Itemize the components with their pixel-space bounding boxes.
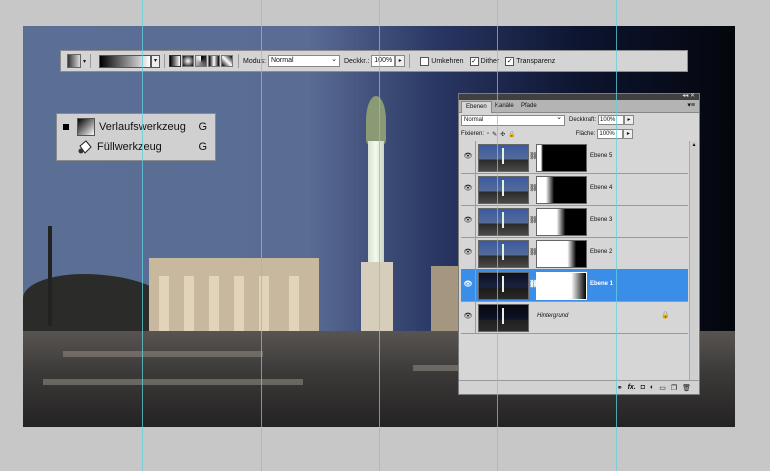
trash-icon[interactable]: 🗑	[682, 384, 691, 392]
layer-mask-thumbnail[interactable]	[536, 208, 587, 236]
layer-name[interactable]: Ebene 2	[590, 249, 612, 255]
photo-column-base	[361, 262, 393, 332]
tool-options-bar: ▾ ▾ Modus: Normal ⌄ Deckkr.: 100% ▸ Umke…	[60, 50, 688, 72]
fx-icon[interactable]: fx.	[628, 384, 636, 391]
opacity-slider-button[interactable]: ▸	[624, 115, 635, 125]
flyout-item-gradient-tool[interactable]: Verlaufswerkzeug G	[57, 117, 215, 137]
lock-move-icon[interactable]: ✣	[500, 131, 505, 138]
photo-lamp	[48, 226, 52, 326]
lock-transparent-icon[interactable]: ▫	[487, 131, 489, 137]
transparency-checkbox[interactable]: ✓	[505, 56, 515, 66]
layer-row[interactable]: 👁 ⛓ Ebene 3	[461, 205, 688, 238]
eye-icon[interactable]: 👁	[463, 184, 473, 194]
fill-label: Fläche:	[575, 131, 596, 137]
flyout-shortcut: G	[198, 121, 207, 133]
chevron-down-icon[interactable]: ▾	[83, 58, 86, 65]
photo-statue	[366, 96, 386, 144]
layer-mask-thumbnail[interactable]	[536, 144, 587, 172]
reverse-checkbox[interactable]	[420, 56, 430, 66]
tab-pfade[interactable]: Pfade	[517, 101, 541, 112]
layer-name[interactable]: Ebene 3	[590, 217, 612, 223]
fill-field[interactable]: 100%	[597, 129, 624, 139]
layer-name[interactable]: Ebene 4	[590, 185, 612, 191]
lock-all-icon[interactable]: 🔒	[508, 131, 515, 138]
layer-mask-thumbnail[interactable]	[536, 240, 587, 268]
collapse-icon[interactable]: ◂◂ ✕	[682, 92, 695, 99]
photo-colonnade-left	[149, 258, 319, 334]
eye-icon[interactable]: 👁	[463, 152, 473, 162]
active-bullet-icon	[63, 124, 69, 130]
tool-preset-icon[interactable]	[67, 54, 81, 68]
lock-icon: 🔒	[661, 312, 670, 319]
paint-bucket-icon	[77, 139, 93, 155]
opacity-field[interactable]: 100%	[371, 55, 396, 67]
layer-row-selected[interactable]: 👁 ⛓ Ebene 1	[461, 269, 688, 302]
layer-thumbnail	[478, 208, 529, 236]
layer-name[interactable]: Ebene 1	[590, 281, 613, 287]
layer-mask-thumbnail[interactable]	[536, 176, 587, 204]
adjustment-layer-icon[interactable]: ◐	[650, 384, 654, 391]
mode-label: Modus:	[243, 57, 266, 65]
layers-scrollbar[interactable]: ▴ ▾	[689, 141, 698, 386]
layers-panel: ◂◂ ✕ Ebenen Kanäle Pfade ▾≡ Normal Deckk…	[458, 93, 700, 395]
fill-slider-button[interactable]: ▸	[623, 129, 634, 139]
flyout-item-label: Füllwerkzeug	[97, 141, 162, 153]
flyout-shortcut: G	[198, 141, 207, 153]
blend-mode-select[interactable]: Normal	[461, 113, 565, 126]
linear-gradient-icon[interactable]	[169, 55, 182, 67]
opacity-label: Deckkraft:	[569, 117, 597, 123]
panel-menu-icon[interactable]: ▾≡	[687, 101, 695, 109]
mode-select[interactable]: Normal ⌄	[267, 55, 340, 67]
flyout-item-paint-bucket[interactable]: Füllwerkzeug G	[57, 137, 215, 157]
eye-icon[interactable]: 👁	[463, 216, 473, 226]
layer-name[interactable]: Ebene 5	[590, 153, 612, 159]
layer-thumbnail	[478, 272, 529, 300]
layer-mask-thumbnail[interactable]	[536, 272, 587, 300]
transparency-label: Transparenz	[516, 57, 556, 65]
tab-kanaele[interactable]: Kanäle	[491, 101, 518, 112]
eye-icon[interactable]: 👁	[463, 280, 473, 290]
layer-row[interactable]: 👁 ⛓ Ebene 5	[461, 141, 688, 174]
dither-checkbox[interactable]: ✓	[469, 56, 479, 66]
panel-footer: ⚭ fx. ◘ ◐ ▭ ❐ 🗑	[459, 380, 699, 394]
reflected-gradient-icon[interactable]	[208, 55, 221, 67]
radial-gradient-icon[interactable]	[182, 55, 195, 67]
angle-gradient-icon[interactable]	[195, 55, 208, 67]
guide-line[interactable]	[261, 0, 262, 471]
layer-thumbnail	[478, 304, 529, 332]
panel-tabs: Ebenen Kanäle Pfade ▾≡	[459, 100, 699, 113]
tab-ebenen[interactable]: Ebenen	[461, 101, 492, 113]
layer-thumbnail	[478, 240, 529, 268]
link-layers-icon[interactable]: ⚭	[617, 384, 623, 392]
guide-line[interactable]	[142, 0, 143, 471]
opacity-slider-button[interactable]: ▸	[395, 55, 406, 67]
layer-row[interactable]: 👁 ⛓ Ebene 4	[461, 173, 688, 206]
gradient-dropdown-button[interactable]: ▾	[151, 54, 161, 68]
opacity-label: Deckkr.:	[343, 57, 370, 65]
layers-list: 👁 ⛓ Ebene 5 👁 ⛓ Ebene 4 👁 ⛓ Ebene 3 👁 ⛓ …	[461, 141, 688, 386]
layer-thumbnail	[478, 144, 529, 172]
layer-thumbnail	[478, 176, 529, 204]
eye-icon[interactable]: 👁	[463, 312, 473, 322]
mode-value: Normal	[270, 57, 294, 64]
guide-line[interactable]	[616, 0, 617, 471]
layer-row[interactable]: 👁 ⛓ Ebene 2	[461, 237, 688, 270]
layer-opacity-field[interactable]: 100%	[598, 115, 625, 125]
eye-icon[interactable]: 👁	[463, 248, 473, 258]
tool-flyout-menu: Verlaufswerkzeug G Füllwerkzeug G	[56, 113, 216, 161]
layer-row[interactable]: 👁 Hintergrund 🔒	[461, 301, 688, 334]
lock-label: Fixieren:	[461, 131, 485, 137]
gradient-tool-icon	[77, 118, 95, 136]
diamond-gradient-icon[interactable]	[221, 55, 234, 67]
new-group-icon[interactable]: ▭	[659, 384, 666, 392]
gradient-picker[interactable]	[99, 54, 152, 68]
add-mask-icon[interactable]: ◘	[641, 384, 645, 391]
scroll-up-icon[interactable]: ▴	[690, 141, 698, 149]
guide-line[interactable]	[497, 0, 498, 471]
guide-line[interactable]	[379, 0, 380, 471]
layer-name[interactable]: Hintergrund	[537, 313, 568, 319]
reverse-label: Umkehren	[431, 57, 464, 65]
new-layer-icon[interactable]: ❐	[671, 384, 677, 392]
chevron-down-icon: ⌄	[331, 56, 337, 63]
